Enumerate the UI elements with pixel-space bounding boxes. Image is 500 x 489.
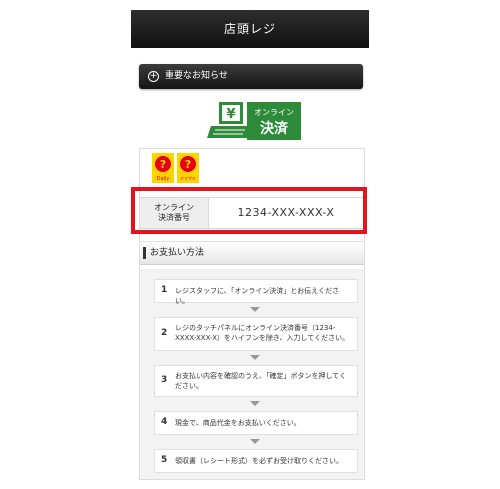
phone-screen: 店頭レジ + 重要なお知らせ ¥ オンライン 決済 ? Daily ? ヤマザキ… [131,0,369,489]
down-arrow-icon [250,439,260,444]
step-number: 3 [161,375,168,385]
step-number: 5 [161,455,168,465]
page-title: 店頭レジ [131,10,369,48]
highlight-frame [131,187,367,234]
notice-label: 重要なお知らせ [165,71,228,81]
down-arrow-icon [250,307,260,312]
step-number: 2 [161,328,168,338]
plus-circle-icon: + [148,71,159,82]
section-marker [143,247,146,259]
step-text: お支払い内容を確認のうえ、「確定」ボタンを押してください。 [175,372,347,390]
step-text: 現金で、商品代金をお支払いください。 [175,419,301,427]
step-item-1: 1 レジスタッフに、「オンライン決済」とお伝えください。 [154,279,358,305]
brand-yamazaki-text: ヤマザキ [180,175,196,181]
step-number: 4 [161,417,168,427]
step-text: レジのタッチパネルにオンライン決済番号（1234-XXXX-XXX-X）をハイフ… [175,324,350,342]
section-header: お支払い方法 [140,241,364,265]
yen-symbol: ¥ [226,107,235,122]
daily-yamazaki-logo: ? Daily ? ヤマザキ [152,153,199,183]
brand-daily-text: Daily [157,176,170,182]
payment-card: ? Daily ? ヤマザキ オンライン 決済番号 1234-XXX-XXX-X … [131,148,367,480]
step-text: 領収書（レシート形式）を必ずお受け取りください。 [175,457,343,465]
important-notice-button[interactable]: + 重要なお知らせ [139,64,363,89]
online-payment-logo: ¥ オンライン 決済 [207,102,301,140]
step-item-3: 3 お支払い内容を確認のうえ、「確定」ボタンを押してください。 [154,365,358,397]
step-text: レジスタッフに、「オンライン決済」とお伝えください。 [175,287,340,305]
steps-list: 1 レジスタッフに、「オンライン決済」とお伝えください。 2 レジのタッチパネル… [140,269,364,479]
logo-line1: オンライン [254,108,294,117]
svg-text:?: ? [160,158,166,171]
step-item-5: 5 領収書（レシート形式）を必ずお受け取りください。 [154,449,358,473]
down-arrow-icon [250,355,260,360]
step-item-2: 2 レジのタッチパネルにオンライン決済番号（1234-XXXX-XXX-X）をハ… [154,317,358,351]
down-arrow-icon [250,401,260,406]
section-title: お支払い方法 [150,248,205,258]
step-number: 1 [161,285,168,295]
logo-line2: 決済 [260,120,289,137]
svg-text:?: ? [185,158,191,171]
step-item-4: 4 現金で、商品代金をお支払いください。 [154,411,358,435]
